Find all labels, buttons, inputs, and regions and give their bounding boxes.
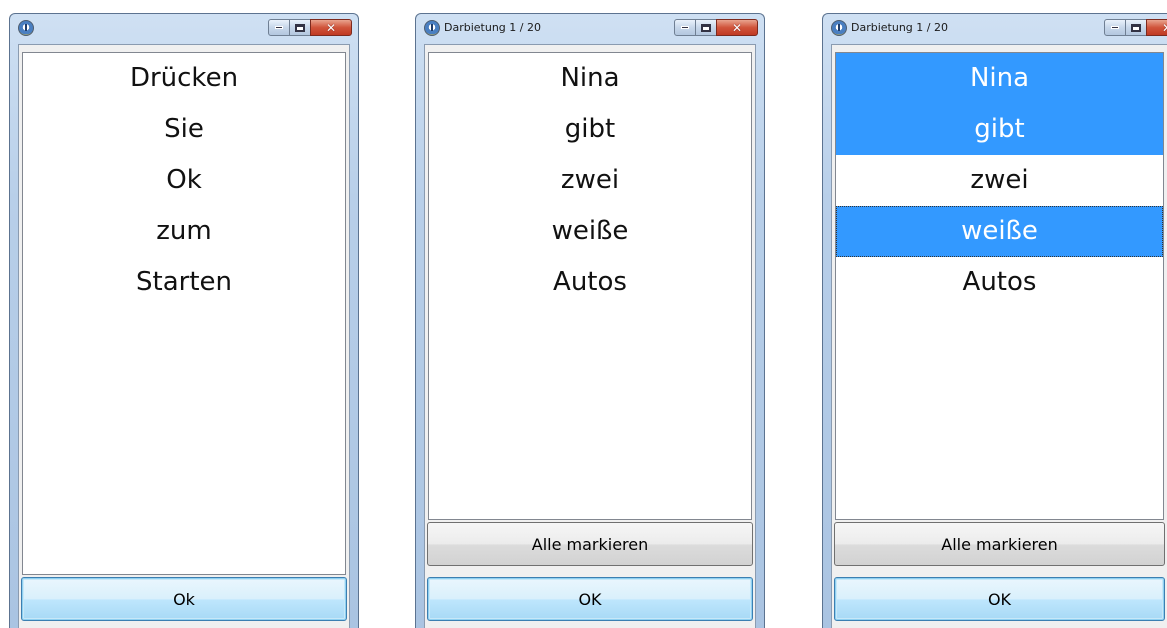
- window-client: Drücken Sie Ok zum Starten Ok: [18, 44, 350, 628]
- minimize-button[interactable]: [1104, 19, 1126, 36]
- close-icon: ✕: [325, 20, 337, 35]
- list-item[interactable]: zwei: [429, 155, 751, 206]
- window-client: Nina gibt zwei weiße Autos Alle markiere…: [831, 44, 1167, 628]
- list-item[interactable]: gibt: [836, 104, 1163, 155]
- word-list[interactable]: Nina gibt zwei weiße Autos: [428, 52, 752, 520]
- minimize-button[interactable]: [268, 19, 290, 36]
- close-button[interactable]: ✕: [1146, 19, 1167, 36]
- select-all-button[interactable]: Alle markieren: [834, 522, 1165, 566]
- list-item[interactable]: Ok: [23, 155, 345, 206]
- close-icon: ✕: [1162, 22, 1167, 34]
- app-info-icon[interactable]: [831, 20, 847, 36]
- list-item[interactable]: Starten: [23, 257, 345, 308]
- list-item[interactable]: Nina: [429, 53, 751, 104]
- list-item[interactable]: Drücken: [23, 53, 345, 104]
- app-info-icon[interactable]: [18, 20, 34, 36]
- maximize-icon: [701, 23, 711, 32]
- window-controls: ✕: [268, 19, 352, 36]
- window-controls: ✕: [674, 19, 758, 36]
- select-all-button[interactable]: Alle markieren: [427, 522, 753, 566]
- trial-window: Darbietung 1 / 20 ✕ Nina gibt zwei weiße…: [415, 13, 765, 628]
- titlebar[interactable]: Darbietung 1 / 20 ✕: [823, 14, 1167, 42]
- maximize-button[interactable]: [695, 19, 717, 36]
- close-icon: ✕: [731, 20, 743, 35]
- app-info-icon[interactable]: [424, 20, 440, 36]
- window-title: Darbietung 1 / 20: [851, 21, 948, 34]
- ok-button[interactable]: OK: [427, 577, 753, 621]
- maximize-icon: [1131, 23, 1141, 32]
- maximize-button[interactable]: [289, 19, 311, 36]
- list-item[interactable]: zum: [23, 206, 345, 257]
- window-client: Nina gibt zwei weiße Autos Alle markiere…: [424, 44, 756, 628]
- list-item[interactable]: Autos: [836, 257, 1163, 308]
- list-item[interactable]: Autos: [429, 257, 751, 308]
- list-item[interactable]: weiße: [836, 206, 1163, 257]
- ok-button[interactable]: Ok: [21, 577, 347, 621]
- titlebar[interactable]: ✕: [10, 14, 358, 42]
- window-title: Darbietung 1 / 20: [444, 21, 541, 34]
- close-button[interactable]: ✕: [310, 19, 352, 36]
- trial-window-selected: Darbietung 1 / 20 ✕ Nina gibt zwei weiße…: [822, 13, 1167, 628]
- start-window: ✕ Drücken Sie Ok zum Starten Ok: [9, 13, 359, 628]
- ok-button[interactable]: OK: [834, 577, 1165, 621]
- minimize-icon: [1111, 26, 1119, 29]
- minimize-icon: [681, 26, 689, 29]
- list-item[interactable]: Nina: [836, 53, 1163, 104]
- list-item[interactable]: gibt: [429, 104, 751, 155]
- list-item[interactable]: weiße: [429, 206, 751, 257]
- word-list[interactable]: Drücken Sie Ok zum Starten: [22, 52, 346, 575]
- minimize-button[interactable]: [674, 19, 696, 36]
- maximize-button[interactable]: [1125, 19, 1147, 36]
- close-button[interactable]: ✕: [716, 19, 758, 36]
- titlebar[interactable]: Darbietung 1 / 20 ✕: [416, 14, 764, 42]
- list-item[interactable]: Sie: [23, 104, 345, 155]
- maximize-icon: [295, 23, 305, 32]
- list-item[interactable]: zwei: [836, 155, 1163, 206]
- word-list[interactable]: Nina gibt zwei weiße Autos: [835, 52, 1164, 520]
- minimize-icon: [275, 26, 283, 29]
- window-controls: ✕: [1104, 19, 1167, 36]
